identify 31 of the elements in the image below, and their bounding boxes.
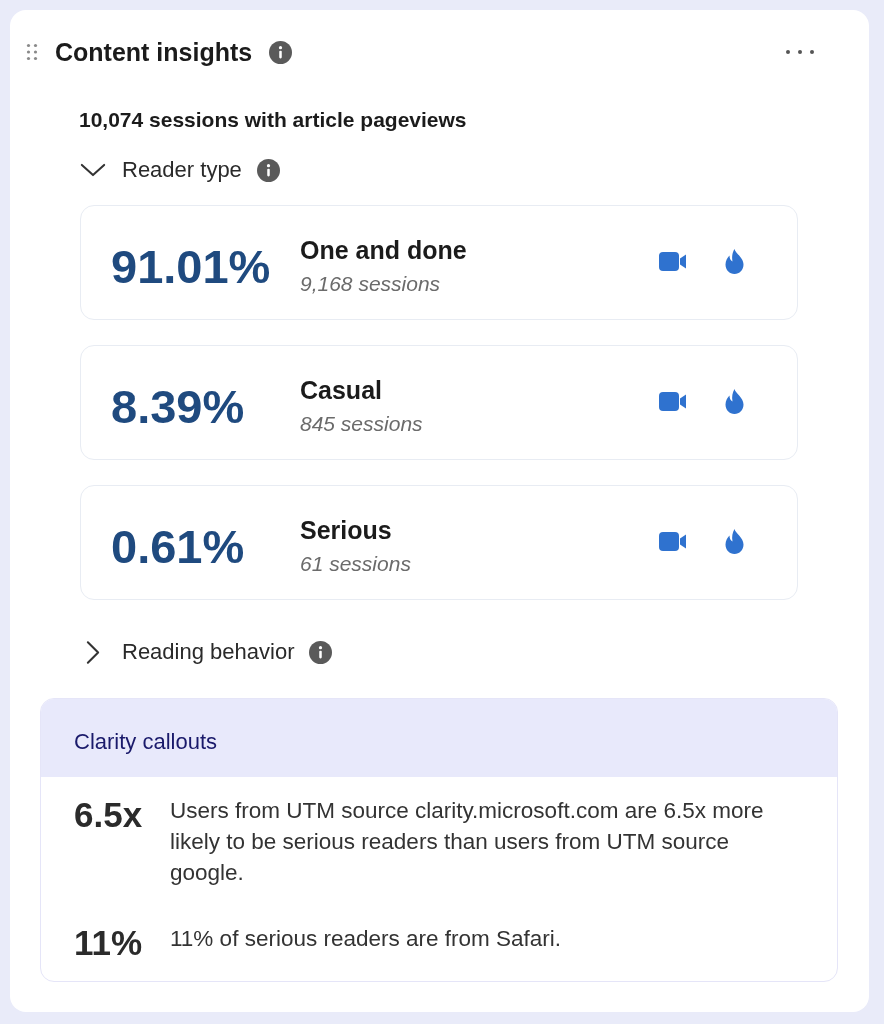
chevron-down-icon[interactable] xyxy=(80,163,106,177)
callout-value: 11% xyxy=(74,923,144,963)
drag-handle-icon[interactable] xyxy=(26,43,38,61)
info-icon[interactable] xyxy=(256,158,280,182)
callout-text: Users from UTM source clarity.microsoft.com are 6.5x more likely to be serious readers than users from UTM source google. xyxy=(170,797,765,887)
flame-icon[interactable] xyxy=(724,528,745,554)
section-label[interactable]: Reading behavior xyxy=(122,637,295,667)
more-options-icon[interactable] xyxy=(785,49,815,55)
video-camera-icon[interactable] xyxy=(659,251,686,271)
reader-type-label: Casual xyxy=(300,375,383,406)
info-icon[interactable] xyxy=(269,40,293,64)
section-label[interactable]: Reader type xyxy=(122,155,242,185)
session-count: 845 sessions xyxy=(300,411,423,437)
session-count: 9,168 sessions xyxy=(300,271,442,297)
reader-type-label: Serious xyxy=(300,515,393,546)
percentage-value: 8.39% xyxy=(111,379,246,435)
flame-icon[interactable] xyxy=(724,248,745,274)
callout-value: 6.5x xyxy=(74,795,144,835)
percentage-value: 91.01% xyxy=(111,239,272,295)
video-camera-icon[interactable] xyxy=(659,531,686,551)
sessions-summary: 10,074 sessions with article pageviews xyxy=(79,107,467,133)
flame-icon[interactable] xyxy=(724,388,745,414)
callout-text: 11% of serious readers are from Safari. xyxy=(170,925,562,953)
video-camera-icon[interactable] xyxy=(659,391,686,411)
reader-type-label: One and done xyxy=(300,235,467,266)
percentage-value: 0.61% xyxy=(111,519,246,575)
chevron-right-icon[interactable] xyxy=(86,639,100,665)
widget-title: Content insights xyxy=(55,37,253,67)
callouts-title: Clarity callouts xyxy=(74,728,218,756)
session-count: 61 sessions xyxy=(300,551,411,577)
info-icon[interactable] xyxy=(309,640,333,664)
